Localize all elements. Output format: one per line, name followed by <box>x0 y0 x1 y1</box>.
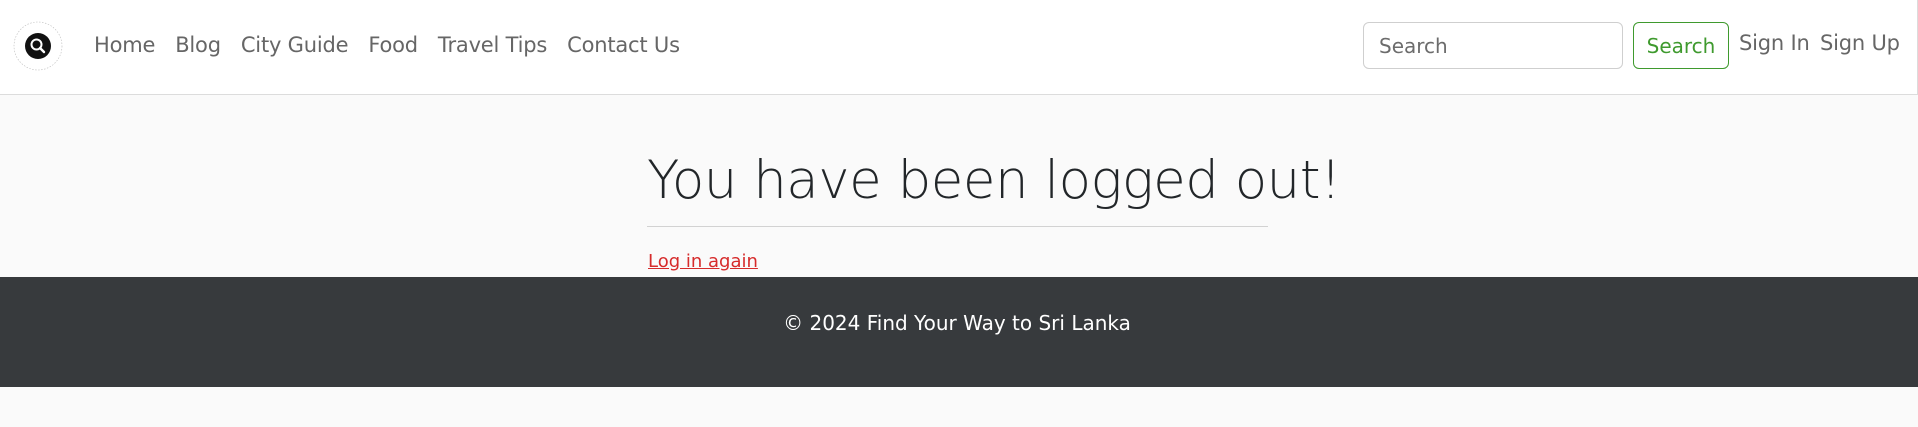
site-logo-icon[interactable] <box>12 20 64 72</box>
nav-travel-tips[interactable]: Travel Tips <box>438 33 547 57</box>
nav-city-guide[interactable]: City Guide <box>241 33 349 57</box>
top-navbar: Home Blog City Guide Food Travel Tips Co… <box>0 0 1918 95</box>
search-button[interactable]: Search <box>1633 22 1729 69</box>
nav-blog[interactable]: Blog <box>175 33 221 57</box>
page-title: You have been logged out! <box>647 150 1341 211</box>
sign-up-link[interactable]: Sign Up <box>1820 31 1900 55</box>
sign-in-link[interactable]: Sign In <box>1739 31 1810 55</box>
title-divider <box>647 226 1268 227</box>
nav-home[interactable]: Home <box>94 33 155 57</box>
log-in-again-link[interactable]: Log in again <box>648 251 758 272</box>
search-input[interactable] <box>1363 22 1623 69</box>
site-footer: © 2024 Find Your Way to Sri Lanka <box>0 277 1918 387</box>
nav-contact-us[interactable]: Contact Us <box>567 33 680 57</box>
footer-copyright: © 2024 Find Your Way to Sri Lanka <box>783 311 1131 335</box>
main-nav: Home Blog City Guide Food Travel Tips Co… <box>94 0 700 90</box>
nav-food[interactable]: Food <box>368 33 418 57</box>
